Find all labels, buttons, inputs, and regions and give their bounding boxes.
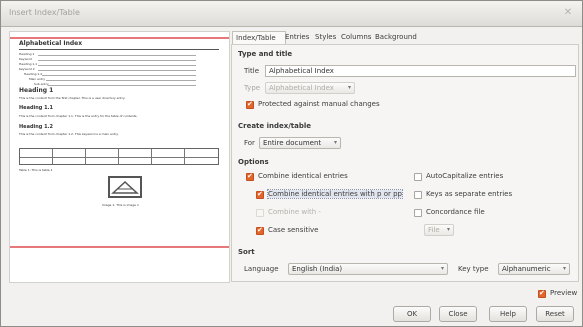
preview-index-entry: Heading 1.1 (19, 62, 38, 66)
file-button[interactable]: File ▾ (424, 224, 454, 236)
preview-table (19, 148, 219, 165)
preview-index-entry: Sub entry (34, 82, 49, 86)
combine-with-checkbox[interactable] (256, 209, 264, 217)
title-bar: Insert Index/Table ✕ (1, 1, 582, 27)
index-table-panel: Type and title Title Alphabetical Index … (231, 44, 579, 282)
preview-heading-1: Heading 1 (19, 87, 54, 94)
window-title: Insert Index/Table (9, 8, 80, 17)
tab-background[interactable]: Background (372, 31, 420, 45)
case-sensitive-checkbox[interactable] (256, 226, 264, 235)
reset-button[interactable]: Reset (536, 306, 574, 322)
preview-heading-11-text: This is the content from chapter 1.1. Th… (19, 114, 138, 118)
preview-table-caption: Table 1: This is table 1 (19, 168, 53, 172)
preview-leader-line (38, 55, 196, 56)
language-label: Language (244, 265, 279, 273)
preview-image-caption: Image 1: This is image 1 (102, 203, 139, 207)
tab-entries[interactable]: Entries (282, 31, 312, 45)
preview-heading-1-text: This is the content from the first chapt… (19, 96, 126, 100)
key-type-dropdown[interactable]: Alphanumeric ▾ (498, 263, 570, 275)
concordance-label: Concordance file (426, 208, 485, 216)
autocapitalize-label: AutoCapitalize entries (426, 172, 504, 180)
type-value: Alphabetical Index (269, 84, 334, 92)
preview-bottom-rule (10, 246, 229, 248)
help-button[interactable]: Help (489, 306, 527, 322)
preview-heading-11: Heading 1.1 (19, 105, 53, 111)
title-label: Title (244, 67, 260, 75)
preview-leader-line (38, 60, 196, 61)
preview-image-graphic (111, 180, 139, 194)
keys-separate-checkbox[interactable] (414, 191, 422, 199)
preview-index-heading: Alphabetical Index (19, 40, 83, 47)
protected-checkbox[interactable] (246, 100, 254, 109)
ok-button[interactable]: OK (393, 306, 431, 322)
chevron-down-icon: ▾ (562, 265, 566, 272)
key-type-label: Key type (458, 265, 489, 273)
combine-p-pp-checkbox[interactable] (256, 190, 264, 199)
preview-index-entry: Keyword 2 (19, 67, 35, 71)
preview-index-entry: Main entry (29, 77, 46, 81)
tab-styles[interactable]: Styles (312, 31, 339, 45)
tab-index-table[interactable]: Index/Table (232, 31, 286, 45)
preview-heading-12-text: This is the content from chapter 1.2. Th… (19, 132, 119, 136)
close-button[interactable]: Close (439, 306, 477, 322)
preview-leader-line (38, 70, 196, 71)
options-heading: Options (238, 158, 269, 166)
tab-columns[interactable]: Columns (338, 31, 374, 45)
concordance-checkbox[interactable] (414, 209, 422, 217)
language-dropdown[interactable]: English (India) ▾ (288, 263, 448, 275)
type-label: Type (244, 84, 261, 92)
preview-index-entry: Heading 1 (19, 52, 35, 56)
combine-with-label: Combine with - (268, 208, 321, 216)
preview-checkbox[interactable] (538, 289, 546, 298)
preview-table-col-line (151, 149, 152, 164)
preview-leader-line (38, 65, 196, 66)
sort-heading: Sort (238, 248, 255, 256)
chevron-down-icon: ▾ (347, 84, 351, 91)
preview-heading-12: Heading 1.2 (19, 124, 53, 130)
preview-leader-line (46, 80, 196, 81)
for-value: Entire document (263, 139, 322, 147)
preview-table-col-line (52, 149, 53, 164)
language-value: English (India) (292, 265, 343, 273)
for-dropdown[interactable]: Entire document ▾ (259, 137, 341, 149)
preview-top-rule (10, 37, 229, 39)
combine-p-pp-label: Combine identical entries with p or pp (267, 189, 403, 199)
chevron-down-icon: ▾ (440, 265, 444, 272)
preview-pane: Alphabetical Index Heading 1 Keyword Hea… (9, 31, 230, 283)
preview-table-col-line (184, 149, 185, 164)
create-index-heading: Create index/table (238, 122, 312, 130)
protected-label: Protected against manual changes (258, 100, 380, 108)
preview-index-entry: Heading 1.2 (24, 72, 43, 76)
preview-table-col-line (118, 149, 119, 164)
preview-leader-line (48, 85, 196, 86)
combine-identical-checkbox[interactable] (246, 172, 254, 181)
file-label: File (428, 226, 440, 234)
keys-separate-label: Keys as separate entries (426, 190, 513, 198)
for-label: For (244, 139, 255, 147)
type-dropdown[interactable]: Alphabetical Index ▾ (265, 82, 355, 94)
preview-label: Preview (550, 289, 578, 297)
combine-identical-label: Combine identical entries (258, 172, 348, 180)
preview-table-row-line (20, 157, 218, 158)
preview-index-entry: Keyword (19, 57, 32, 61)
insert-index-dialog: Insert Index/Table ✕ Alphabetical Index … (0, 0, 583, 327)
autocapitalize-checkbox[interactable] (414, 173, 422, 181)
case-sensitive-label: Case sensitive (268, 226, 319, 234)
preview-table-col-line (85, 149, 86, 164)
key-type-value: Alphanumeric (502, 265, 551, 273)
type-and-title-heading: Type and title (238, 50, 293, 58)
preview-leader-line (42, 75, 196, 76)
chevron-down-icon: ▾ (446, 226, 450, 233)
title-input[interactable]: Alphabetical Index (265, 65, 576, 77)
preview-heading-underline (19, 49, 219, 50)
preview-image (108, 176, 142, 198)
chevron-down-icon: ▾ (333, 139, 337, 146)
close-icon[interactable]: ✕ (562, 7, 574, 19)
